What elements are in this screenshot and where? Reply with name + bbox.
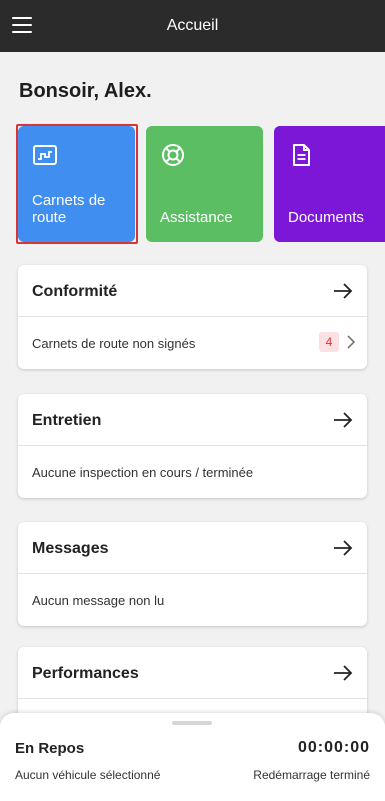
arrow-right-icon (334, 665, 353, 681)
messages-card: Messages Aucun message non lu (18, 522, 367, 626)
performance-title: Performances (32, 665, 139, 682)
compliance-title: Conformité (32, 283, 118, 300)
messages-text: Aucun message non lu (32, 593, 165, 608)
messages-title: Messages (32, 540, 109, 557)
document-icon (293, 144, 310, 166)
restart-status-text: Redémarrage terminé (253, 768, 370, 782)
unsigned-logbooks-text: Carnets de route non signés (32, 336, 196, 351)
messages-row: Aucun message non lu (18, 574, 367, 626)
tile-documents[interactable]: Documents (274, 126, 385, 242)
compliance-card-header[interactable]: Conformité (18, 265, 367, 317)
tile-assistance[interactable]: Assistance (146, 126, 263, 242)
duty-timer: 00:00:00 (297, 739, 370, 756)
greeting-text: Bonsoir, Alex. (19, 80, 152, 102)
maintenance-card-header[interactable]: Entretien (18, 394, 367, 446)
sheet-drag-handle[interactable] (172, 721, 212, 725)
duty-status-title: En Repos (15, 740, 85, 757)
vehicle-status-text: Aucun véhicule sélectionné (15, 768, 161, 782)
performance-card-header[interactable]: Performances (18, 647, 367, 699)
chevron-right-icon (347, 335, 355, 349)
page-title: Accueil (166, 17, 219, 34)
tile-logbooks[interactable]: Carnets de route (18, 126, 135, 242)
arrow-right-icon (334, 412, 353, 428)
unsigned-count-badge: 4 (319, 332, 339, 352)
inspection-text: Aucune inspection en cours / terminée (32, 465, 254, 480)
messages-card-header[interactable]: Messages (18, 522, 367, 574)
lifebuoy-icon (162, 144, 184, 166)
arrow-right-icon (334, 540, 353, 556)
unsigned-logbooks-row[interactable]: Carnets de route non signés 4 (18, 317, 367, 369)
maintenance-card: Entretien Aucune inspection en cours / t… (18, 394, 367, 498)
arrow-right-icon (334, 283, 353, 299)
top-app-bar: Accueil (0, 0, 385, 52)
tile-assistance-label: Assistance (160, 209, 233, 226)
tile-documents-label: Documents (288, 209, 364, 226)
inspection-row: Aucune inspection en cours / terminée (18, 446, 367, 498)
compliance-card: Conformité Carnets de route non signés 4 (18, 265, 367, 369)
duty-status-sheet[interactable]: En Repos 00:00:00 Aucun véhicule sélecti… (0, 713, 385, 801)
maintenance-title: Entretien (32, 412, 102, 429)
logbook-chart-icon (33, 145, 57, 165)
tile-logbooks-label: Carnets de route (32, 192, 106, 226)
